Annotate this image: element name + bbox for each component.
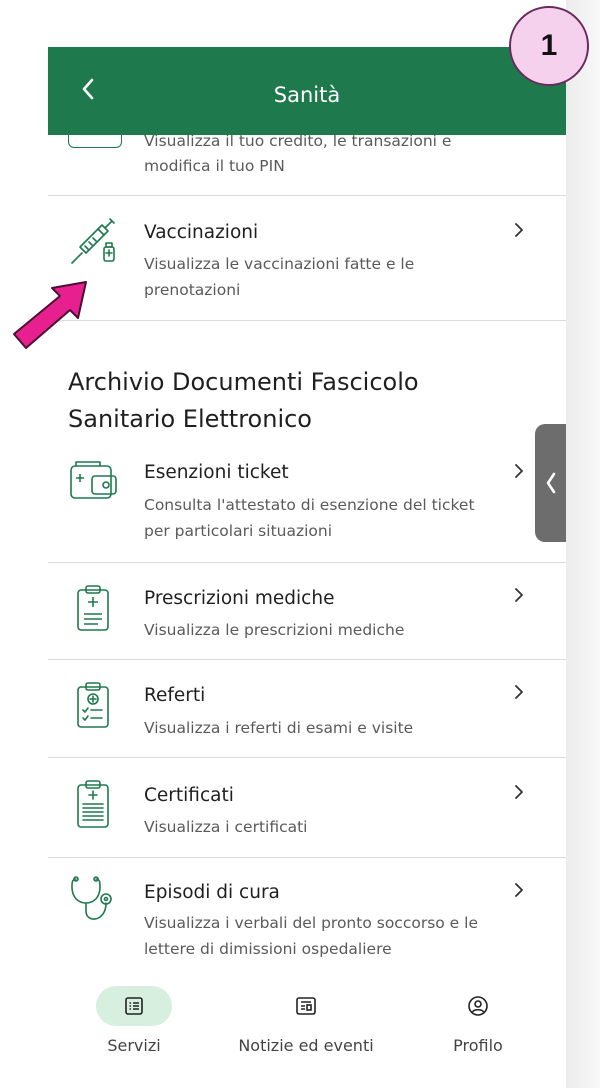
wallet-row-partial[interactable]: Visualizza il tuo credito, le transazion… <box>48 132 566 196</box>
nav-servizi[interactable]: Servizi <box>48 974 220 1074</box>
certificati-description: Visualizza i certificati <box>144 818 308 836</box>
syringe-icon <box>71 218 115 264</box>
news-icon <box>296 997 316 1015</box>
side-panel-handle[interactable] <box>535 424 566 542</box>
annotation-arrow-icon <box>13 281 87 349</box>
chevron-right-icon <box>515 785 523 799</box>
nav-notizie-label: Notizie ed eventi <box>238 1036 374 1055</box>
step-number-badge: 1 <box>509 6 589 86</box>
episodi-di-cura-description: Visualizza i verbali del pronto soccorso… <box>144 914 478 958</box>
phone-screen: Visualizza il tuo credito, le transazion… <box>48 0 566 1088</box>
chevron-left-icon <box>546 472 555 494</box>
episodi-di-cura-label: Episodi di cura <box>144 882 280 903</box>
list-item-vaccinazioni[interactable]: Vaccinazioni Visualizza le vaccinazioni … <box>48 195 566 321</box>
nav-profilo-label: Profilo <box>453 1036 503 1055</box>
nav-notizie-ed-eventi[interactable]: Notizie ed eventi <box>220 974 392 1074</box>
certificati-label: Certificati <box>144 785 234 806</box>
prescrizioni-mediche-label: Prescrizioni mediche <box>144 588 335 609</box>
prescription-icon <box>77 585 109 631</box>
esenzioni-ticket-description: Consulta l'attestato di esenzione del ti… <box>144 496 475 540</box>
list-item-esenzioni-ticket[interactable]: Esenzioni ticket Consulta l'attestato di… <box>48 442 566 563</box>
wallet-icon <box>68 135 122 148</box>
section-title: Archivio Documenti Fascicolo Sanitario E… <box>68 368 419 433</box>
services-list-icon <box>125 997 143 1015</box>
wallet-medical-icon <box>70 461 117 499</box>
list-item-referti[interactable]: Referti Visualizza i referti di esami e … <box>48 659 566 758</box>
certificate-icon <box>77 780 109 828</box>
list-item-prescrizioni-mediche[interactable]: Prescrizioni mediche Visualizza le presc… <box>48 562 566 660</box>
wallet-row-description: Visualizza il tuo credito, le transazion… <box>144 132 452 175</box>
chevron-right-icon <box>515 223 523 237</box>
clipboard-report-icon <box>77 682 109 728</box>
list-item-certificati[interactable]: Certificati Visualizza i certificati <box>48 757 566 858</box>
vaccinazioni-description: Visualizza le vaccinazioni fatte e le pr… <box>144 255 415 299</box>
stethoscope-icon <box>71 876 112 920</box>
referti-description: Visualizza i referti di esami e visite <box>144 719 414 737</box>
bottom-navigation: Servizi Notizie ed eventi Profilo <box>48 974 566 1088</box>
chevron-right-icon <box>515 588 523 602</box>
prescrizioni-mediche-description: Visualizza le prescrizioni mediche <box>144 621 405 639</box>
screen-edge-shade <box>566 0 600 1088</box>
chevron-right-icon <box>515 464 523 478</box>
nav-profilo[interactable]: Profilo <box>392 974 564 1074</box>
esenzioni-ticket-label: Esenzioni ticket <box>144 462 289 483</box>
profile-icon <box>468 996 488 1016</box>
list-item-episodi-di-cura[interactable]: Episodi di cura Visualizza i verbali del… <box>48 857 566 974</box>
vaccinazioni-label: Vaccinazioni <box>144 222 259 243</box>
page-title: Sanità <box>273 83 341 107</box>
referti-label: Referti <box>144 685 206 706</box>
nav-servizi-label: Servizi <box>107 1036 161 1055</box>
chevron-right-icon <box>515 883 523 897</box>
chevron-right-icon <box>515 685 523 699</box>
app-header: Sanità <box>48 47 566 135</box>
